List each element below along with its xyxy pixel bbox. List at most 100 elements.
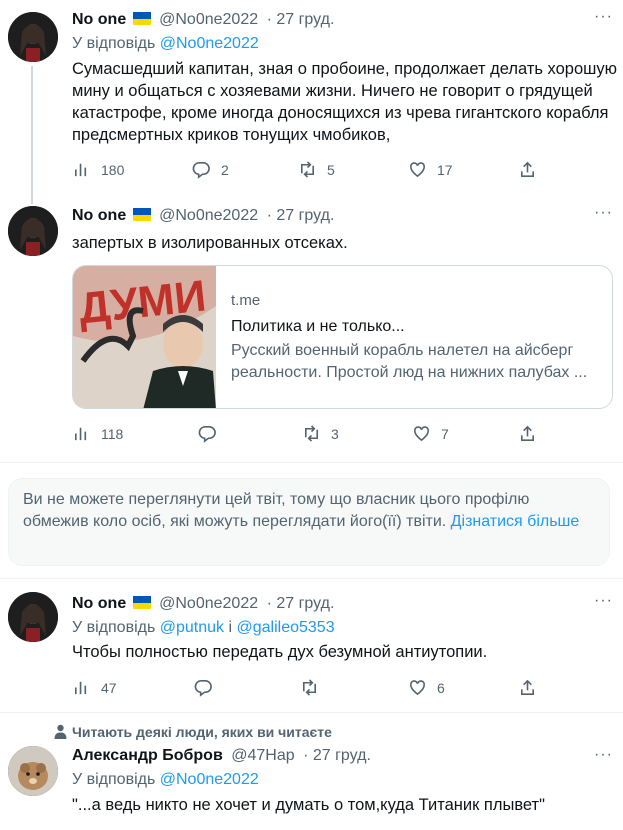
- link-card[interactable]: ДУМИ t.me Политика и не только... Русски…: [72, 265, 613, 409]
- author-name[interactable]: Александр Бобров: [72, 747, 223, 764]
- share-icon: [520, 679, 535, 695]
- avatar-image: [8, 746, 58, 796]
- author-handle[interactable]: @47Hap: [231, 747, 294, 764]
- views-button[interactable]: 47: [72, 678, 117, 697]
- tweet-text: Сумасшедший капитан, зная о пробоине, пр…: [72, 60, 618, 144]
- reply-prefix: У відповідь: [72, 619, 156, 636]
- reply-to-link[interactable]: @putnuk: [160, 619, 224, 636]
- divider: [0, 578, 623, 579]
- reply-join: і: [228, 619, 233, 636]
- author-name[interactable]: No one: [72, 207, 126, 224]
- reply-prefix: У відповідь: [72, 35, 156, 52]
- share-button[interactable]: [518, 160, 537, 179]
- reply-button[interactable]: [198, 424, 227, 443]
- share-icon: [520, 425, 535, 441]
- reply-to-link[interactable]: @galileo5353: [237, 619, 335, 636]
- avatar[interactable]: [8, 206, 58, 256]
- views-icon: [74, 427, 87, 441]
- author-handle[interactable]: @No0ne2022: [159, 207, 258, 224]
- share-icon: [520, 161, 535, 177]
- retweet-button[interactable]: [300, 678, 329, 697]
- reply-icon: [198, 426, 216, 443]
- more-icon[interactable]: ···: [594, 8, 613, 26]
- like-button[interactable]: 17: [408, 160, 453, 179]
- person-icon: [54, 724, 67, 739]
- ukraine-flag-icon: [132, 12, 151, 25]
- author-handle[interactable]: @No0ne2022: [159, 11, 258, 28]
- retweet-button[interactable]: 5: [298, 160, 335, 179]
- like-icon: [410, 680, 425, 696]
- share-button[interactable]: [518, 424, 537, 443]
- like-icon: [410, 162, 425, 178]
- more-icon[interactable]: ···: [594, 746, 613, 764]
- tweet-date[interactable]: · 27 груд.: [303, 747, 371, 764]
- author-name[interactable]: No one: [72, 11, 126, 28]
- like-icon: [414, 426, 429, 442]
- reply-to-link[interactable]: @No0ne2022: [160, 771, 259, 788]
- divider: [0, 712, 623, 713]
- social-context: Читають деякі люди, яких ви читаєте: [72, 724, 332, 740]
- divider: [0, 462, 623, 463]
- like-count: 17: [437, 161, 453, 178]
- poster-image: ДУМИ: [73, 266, 216, 408]
- like-button[interactable]: 7: [412, 424, 449, 443]
- tweet-date[interactable]: · 27 груд.: [267, 207, 335, 224]
- ukraine-flag-icon: [132, 596, 151, 609]
- avatar[interactable]: [8, 12, 58, 62]
- tweet-1[interactable]: No one @No0ne2022 · 27 груд. ··· У відпо…: [0, 0, 623, 192]
- tweet-date[interactable]: · 27 груд.: [267, 11, 335, 28]
- link-card-description: Русский военный корабль налетел на айсбе…: [231, 342, 588, 381]
- views-icon: [74, 163, 87, 177]
- avatar-image: [8, 12, 58, 62]
- views-icon: [74, 681, 87, 695]
- reply-prefix: У відповідь: [72, 771, 156, 788]
- avatar[interactable]: [8, 746, 58, 796]
- like-button[interactable]: 6: [408, 678, 445, 697]
- avatar[interactable]: [8, 592, 58, 642]
- like-count: 7: [441, 425, 449, 442]
- link-card-domain: t.me: [231, 292, 261, 309]
- reply-button[interactable]: 2: [192, 160, 229, 179]
- retweet-icon: [304, 425, 319, 442]
- reply-icon: [194, 680, 212, 697]
- reply-context: У відповідь @No0ne2022: [72, 34, 259, 54]
- tweet-actions: 47 6: [72, 678, 552, 698]
- like-count: 6: [437, 679, 445, 696]
- reply-count: 2: [221, 161, 229, 178]
- thread-line: [31, 66, 33, 192]
- author-name[interactable]: No one: [72, 595, 126, 612]
- learn-more-link[interactable]: Дізнатися більше: [451, 513, 580, 530]
- tweet-header: No one @No0ne2022 · 27 груд.: [72, 206, 334, 226]
- tweet-header: Александр Бобров @47Hap · 27 груд.: [72, 746, 371, 766]
- views-button[interactable]: 180: [72, 160, 124, 179]
- tweet-header: No one @No0ne2022 · 27 груд.: [72, 594, 334, 614]
- tweet-text: Чтобы полностью передать дух безумной ан…: [72, 643, 488, 661]
- avatar-image: [8, 592, 58, 642]
- share-button[interactable]: [518, 678, 537, 697]
- views-count: 47: [101, 679, 117, 696]
- avatar-image: [8, 206, 58, 256]
- reply-to-link[interactable]: @No0ne2022: [160, 35, 259, 52]
- views-button[interactable]: 118: [72, 424, 123, 443]
- author-handle[interactable]: @No0ne2022: [159, 595, 258, 612]
- views-count: 118: [101, 425, 124, 442]
- reply-context: У відповідь @No0ne2022: [72, 770, 259, 790]
- tweet-actions: 118 3 7: [72, 424, 552, 444]
- reply-icon: [192, 162, 210, 179]
- restricted-tweet-notice: Ви не можете переглянути цей твіт, тому …: [8, 478, 610, 566]
- tweet-header: No one @No0ne2022 · 27 груд.: [72, 10, 334, 30]
- reply-context: У відповідь @putnuk і @galileo5353: [72, 618, 335, 638]
- thread-line: [31, 192, 33, 204]
- more-icon[interactable]: ···: [594, 204, 613, 222]
- retweet-icon: [302, 679, 317, 696]
- ukraine-flag-icon: [132, 208, 151, 221]
- tweet-text: "...а ведь никто не хочет и думать о том…: [72, 796, 545, 814]
- reply-button[interactable]: [194, 678, 223, 697]
- retweet-button[interactable]: 3: [302, 424, 339, 443]
- link-card-title: Политика и не только...: [231, 318, 405, 335]
- tweet-actions: 180 2 5 17: [72, 160, 552, 180]
- tweet-date[interactable]: · 27 груд.: [267, 595, 335, 612]
- more-icon[interactable]: ···: [594, 592, 613, 610]
- tweet-text: запертых в изолированных отсеках.: [72, 234, 348, 252]
- link-card-image: ДУМИ: [73, 266, 216, 408]
